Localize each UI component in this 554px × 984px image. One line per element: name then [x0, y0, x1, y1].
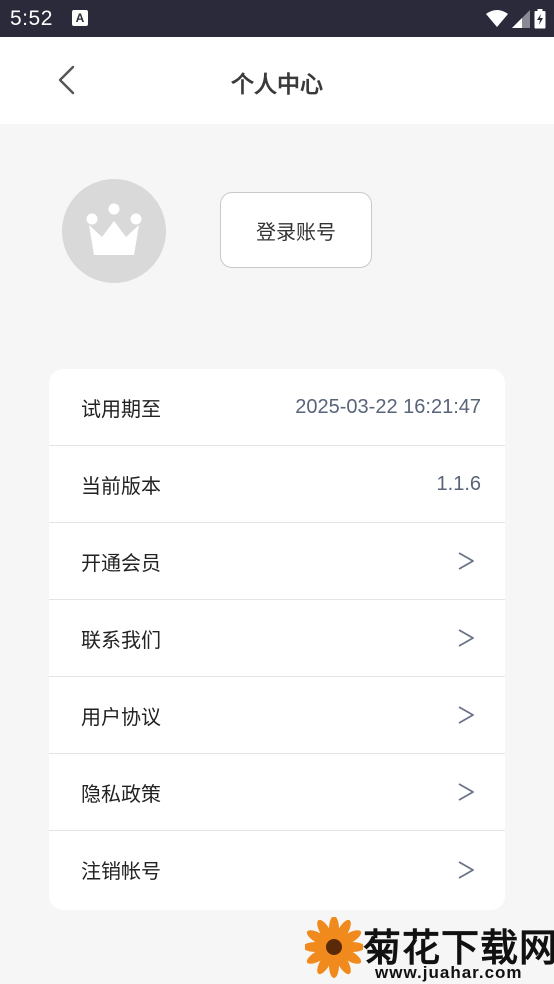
signal-icon	[512, 10, 530, 28]
flower-logo-icon	[305, 917, 363, 978]
notification-icon: A	[72, 10, 88, 26]
menu-item-label: 用户协议	[81, 704, 161, 729]
system-icons	[486, 7, 546, 31]
page-title: 个人中心	[231, 72, 323, 98]
menu-item-user-agreement[interactable]: 用户协议	[49, 677, 505, 754]
app-header: 个人中心	[0, 37, 554, 124]
wifi-icon	[486, 10, 508, 27]
menu-item-label: 试用期至	[81, 396, 161, 421]
chevron-right-icon	[458, 552, 474, 570]
menu-item-label: 联系我们	[81, 627, 161, 652]
menu-item-membership[interactable]: 开通会员	[49, 523, 505, 600]
menu-item-privacy-policy[interactable]: 隐私政策	[49, 754, 505, 831]
crown-icon	[86, 203, 142, 255]
menu-card: 试用期至 2025-03-22 16:21:47 当前版本 1.1.6 开通会员…	[49, 369, 505, 910]
avatar[interactable]	[62, 179, 166, 283]
menu-item-label: 当前版本	[81, 473, 161, 498]
chevron-right-icon	[458, 860, 474, 879]
status-bar: 5:52 A	[0, 0, 554, 37]
battery-icon	[534, 9, 546, 29]
menu-item-label: 开通会员	[81, 550, 161, 575]
menu-item-label: 注销帐号	[81, 859, 161, 883]
trial-expiry-value: 2025-03-22 16:21:47	[295, 395, 481, 418]
login-button[interactable]: 登录账号	[220, 192, 372, 268]
login-button-label: 登录账号	[256, 219, 336, 244]
menu-item-contact-us[interactable]: 联系我们	[49, 600, 505, 677]
version-value: 1.1.6	[436, 472, 481, 495]
chevron-right-icon	[458, 783, 474, 801]
menu-item-delete-account[interactable]: 注销帐号	[49, 831, 505, 908]
status-time: 5:52	[10, 7, 53, 30]
chevron-right-icon	[458, 706, 474, 724]
menu-item-label: 隐私政策	[81, 781, 161, 806]
watermark: 菊花下载网 www.juahar.com	[305, 915, 554, 984]
menu-item-version: 当前版本 1.1.6	[49, 446, 505, 523]
chevron-right-icon	[458, 629, 474, 647]
watermark-url: www.juahar.com	[375, 963, 523, 982]
menu-item-trial-expiry: 试用期至 2025-03-22 16:21:47	[49, 369, 505, 446]
